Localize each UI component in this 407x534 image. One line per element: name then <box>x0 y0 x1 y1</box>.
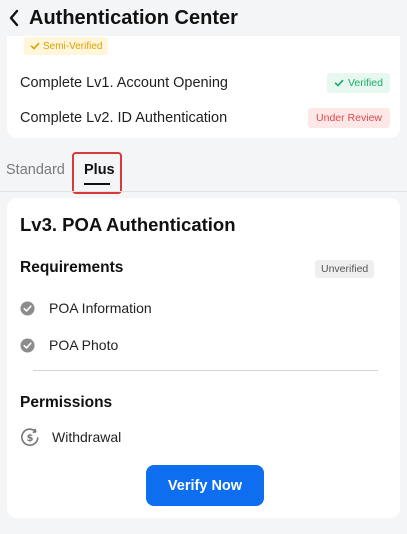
verified-badge: Verified <box>326 73 390 93</box>
check-circle-icon <box>20 300 35 316</box>
unverified-badge: Unverified <box>315 260 375 278</box>
poa-card: Lv3. POA Authentication Requirements Unv… <box>7 198 400 518</box>
back-button[interactable] <box>6 6 22 30</box>
tab-divider <box>0 191 407 192</box>
requirement-item: POA Photo <box>20 335 118 355</box>
dollar-circle-icon: $ <box>21 428 39 446</box>
requirements-title: Requirements <box>20 259 124 276</box>
requirement-label: POA Information <box>49 300 152 316</box>
section-divider <box>33 370 378 371</box>
permissions-title: Permissions <box>20 394 113 411</box>
semi-verified-badge: Semi-Verified <box>24 37 109 55</box>
permission-label: Withdrawal <box>52 429 122 445</box>
card-title: Lv3. POA Authentication <box>20 214 236 235</box>
verification-status-card: Semi-Verified Complete Lv1. Account Open… <box>7 36 400 138</box>
verify-now-button[interactable]: Verify Now <box>146 465 264 506</box>
highlight-box <box>72 152 122 194</box>
verified-label: Verified <box>347 77 383 89</box>
level-label: Complete Lv2. ID Authentication <box>20 110 228 126</box>
header: Authentication Center <box>0 0 407 38</box>
requirement-label: POA Photo <box>49 337 119 353</box>
under-review-badge: Under Review <box>308 108 390 128</box>
check-circle-icon <box>20 337 35 353</box>
svg-text:$: $ <box>27 433 34 444</box>
requirement-item: POA Information <box>20 298 152 318</box>
semi-verified-label: Semi-Verified <box>43 40 103 52</box>
tab-standard[interactable]: Standard <box>6 160 65 180</box>
check-icon <box>30 42 40 50</box>
chevron-left-icon <box>9 9 19 27</box>
page-title: Authentication Center <box>29 7 238 29</box>
level-row-lv1: Complete Lv1. Account Opening Verified <box>20 72 390 94</box>
check-icon <box>334 79 344 87</box>
permission-item: $ Withdrawal <box>20 426 121 448</box>
level-label: Complete Lv1. Account Opening <box>20 75 228 91</box>
level-row-lv2: Complete Lv2. ID Authentication Under Re… <box>20 107 390 129</box>
